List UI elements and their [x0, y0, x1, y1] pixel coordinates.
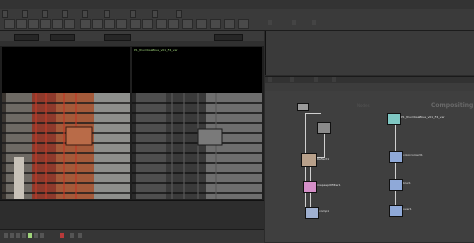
shelf-tool-icon-9[interactable] [104, 19, 115, 29]
shelf-tool-icon-4[interactable] [40, 19, 51, 29]
building-image-right [132, 47, 262, 199]
step-forward-icon[interactable] [34, 233, 38, 238]
viewport-right[interactable] [132, 47, 262, 199]
realtime-toggle-icon[interactable] [70, 233, 74, 238]
tab-tree-view[interactable] [268, 77, 272, 82]
shelf-tool-icon-2[interactable] [16, 19, 27, 29]
tab-animation[interactable] [292, 20, 296, 25]
building-image-left [2, 47, 130, 199]
jump-start-icon[interactable] [4, 233, 8, 238]
network-tabbar [265, 76, 474, 83]
viewer-subbar [0, 41, 264, 46]
shelf-tool-icon-10[interactable] [116, 19, 127, 29]
shelf-tool-icon-3[interactable] [28, 19, 39, 29]
play-reverse-icon[interactable] [16, 233, 20, 238]
node-over[interactable] [389, 205, 403, 217]
record-icon[interactable] [60, 233, 64, 238]
shelf-tool-icon-14[interactable] [168, 19, 179, 29]
shelf-tool-icon-12[interactable] [142, 19, 153, 29]
right-top-panel [265, 31, 474, 75]
shelf-tool-icon-18[interactable] [224, 19, 235, 29]
tab-scene-view[interactable] [268, 20, 272, 25]
node-file-2[interactable] [387, 113, 401, 125]
network-watermark: Nodes [357, 103, 370, 108]
tab-material-palette[interactable] [290, 77, 294, 82]
network-toolbar [265, 83, 474, 91]
tab-render[interactable] [312, 20, 316, 25]
network-title: Compositing [431, 102, 474, 109]
shelf-tool-icon-7[interactable] [80, 19, 91, 29]
node-label: colorcorrect1 [403, 153, 423, 157]
shelf-tab-4[interactable] [62, 10, 68, 18]
node-file-1[interactable] [317, 122, 331, 134]
tab-asset-browser[interactable] [314, 77, 318, 82]
shelf-tab-9[interactable] [176, 10, 182, 18]
viewer-field-2[interactable] [50, 34, 75, 41]
node-label: comp1 [319, 209, 330, 213]
node-network-editor[interactable]: Nodes Compositing P1_thumbsaBlue_v01_F4_… [265, 91, 474, 242]
timeline[interactable] [0, 200, 264, 230]
node-label: over1 [403, 207, 412, 211]
node-label: P1_thumbsaBlue_v01_F4_ver [401, 115, 445, 119]
shelf-tab-6[interactable] [104, 10, 110, 18]
shelf-tab-3[interactable] [42, 10, 48, 18]
shelf-tool-icon-15[interactable] [182, 19, 193, 29]
shelf-tool-icon-1[interactable] [4, 19, 15, 29]
wire [324, 131, 325, 157]
node-label: mapasplitfilter1 [317, 183, 341, 187]
shelf-tool-icon-5[interactable] [52, 19, 63, 29]
step-back-icon[interactable] [10, 233, 14, 238]
shelf-tab-8[interactable] [152, 10, 158, 18]
shelf-tool-icon-8[interactable] [92, 19, 103, 29]
shelf-tool-icon-11[interactable] [130, 19, 141, 29]
viewer-field-3[interactable] [104, 34, 131, 41]
viewport-right-label: P1_thumbsaBlue_v01_F4_ver [134, 48, 178, 52]
play-icon[interactable] [28, 233, 32, 238]
shelf-tool-icon-6[interactable] [64, 19, 75, 29]
shelf-tool-icon-17[interactable] [210, 19, 221, 29]
node-colorcorrect[interactable] [389, 151, 403, 163]
node-label: Reflect1 [317, 157, 330, 161]
wire [395, 125, 396, 217]
loop-icon[interactable] [78, 233, 82, 238]
node-input[interactable] [297, 103, 309, 111]
node-label: blur1 [403, 181, 411, 185]
wire [305, 113, 321, 114]
node-reflect[interactable] [301, 153, 317, 167]
shelf-tool-icon-19[interactable] [238, 19, 249, 29]
right-pane-tabbar [265, 17, 474, 26]
shelf-tab-7[interactable] [130, 10, 136, 18]
jump-end-icon[interactable] [40, 233, 44, 238]
viewer-field-4[interactable] [214, 34, 243, 41]
node-blur[interactable] [389, 179, 403, 191]
shelf-tab-1[interactable] [2, 10, 8, 18]
tab-network[interactable] [332, 77, 336, 82]
stop-icon[interactable] [22, 233, 26, 238]
viewer-field-1[interactable] [14, 34, 39, 41]
node-comp[interactable] [305, 207, 319, 219]
shelf-tool-icon-13[interactable] [156, 19, 167, 29]
node-mapasplitfilter[interactable] [303, 181, 317, 193]
shelf-tool-icon-16[interactable] [196, 19, 207, 29]
shelf-tab-2[interactable] [22, 10, 28, 18]
shelf-tab-5[interactable] [82, 10, 88, 18]
viewport-left[interactable] [2, 47, 130, 199]
